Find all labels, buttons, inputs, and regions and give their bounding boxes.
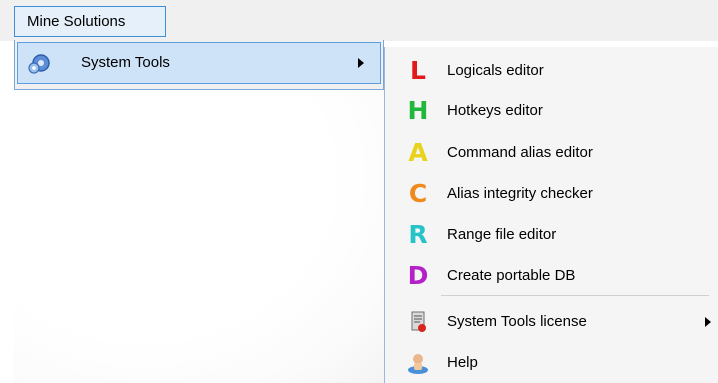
submenu-item-range-file-editor[interactable]: R Range file editor: [385, 215, 718, 255]
license-icon: [405, 309, 431, 335]
create-portable-db-icon: D: [407, 261, 429, 290]
submenu-arrow-icon: [358, 58, 364, 68]
menu-item-system-tools-label: System Tools: [81, 54, 170, 71]
dropdown-menu: System Tools: [14, 40, 384, 90]
submenu-item-label: Help: [447, 354, 478, 371]
system-tools-submenu: L Logicals editor H Hotkeys editor A Com…: [384, 47, 718, 383]
submenu-arrow-icon: [705, 317, 711, 327]
logicals-editor-icon: L: [410, 56, 426, 85]
alias-integrity-checker-icon: C: [408, 179, 428, 208]
submenu-item-command-alias-editor[interactable]: A Command alias editor: [385, 133, 718, 173]
hotkeys-editor-icon: H: [407, 96, 429, 125]
submenu-item-alias-integrity-checker[interactable]: C Alias integrity checker: [385, 174, 718, 214]
menu-mine-solutions[interactable]: Mine Solutions: [14, 6, 166, 37]
gears-icon: [27, 51, 53, 75]
submenu-separator: [441, 295, 709, 296]
submenu-item-label: Alias integrity checker: [447, 185, 593, 202]
help-icon: [405, 350, 431, 376]
menu-bar: Mine Solutions: [0, 0, 718, 41]
submenu-item-hotkeys-editor[interactable]: H Hotkeys editor: [385, 91, 718, 131]
submenu-item-system-tools-license[interactable]: System Tools license: [385, 302, 718, 342]
submenu-item-help[interactable]: Help: [385, 343, 718, 383]
submenu-item-create-portable-db[interactable]: D Create portable DB: [385, 256, 718, 296]
faded-background: [14, 90, 384, 383]
submenu-item-label: Create portable DB: [447, 267, 576, 284]
submenu-item-label: Range file editor: [447, 226, 557, 243]
menu-mine-solutions-label: Mine Solutions: [27, 13, 126, 30]
submenu-item-label: Command alias editor: [447, 144, 593, 161]
submenu-item-logicals-editor[interactable]: L Logicals editor: [385, 51, 718, 91]
range-file-editor-icon: R: [408, 220, 428, 249]
submenu-item-label: Logicals editor: [447, 62, 544, 79]
submenu-item-label: Hotkeys editor: [447, 102, 543, 119]
submenu-item-label: System Tools license: [447, 313, 587, 330]
menu-item-system-tools[interactable]: System Tools: [17, 42, 381, 84]
command-alias-editor-icon: A: [408, 138, 428, 167]
